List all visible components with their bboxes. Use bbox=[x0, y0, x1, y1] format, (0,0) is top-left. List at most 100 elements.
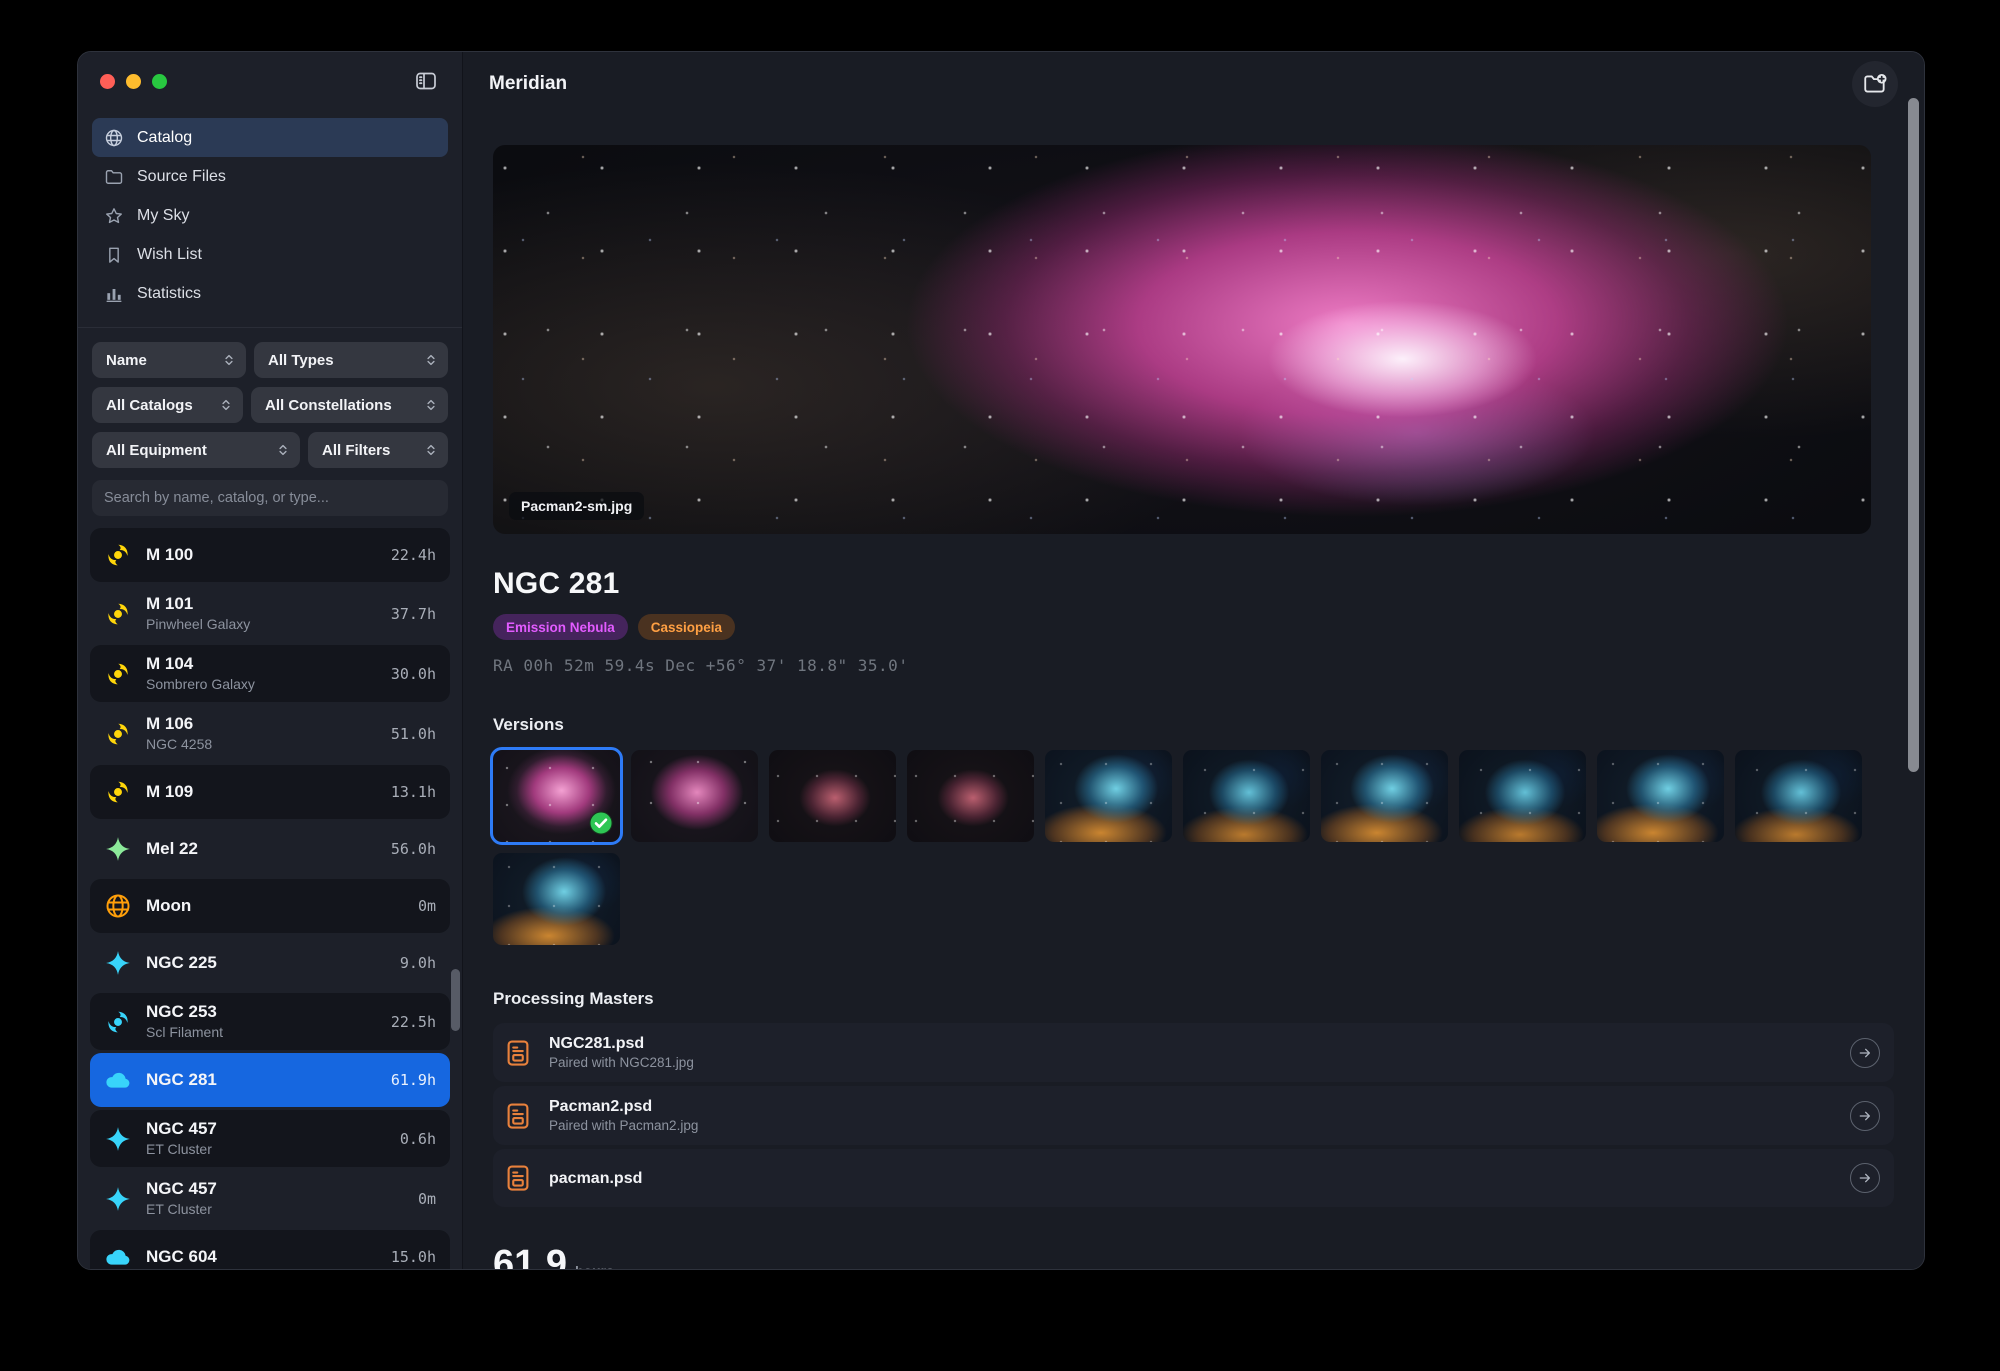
master-row[interactable]: NGC281.psd Paired with NGC281.jpg bbox=[493, 1023, 1894, 1082]
folder-plus-icon bbox=[1862, 71, 1888, 97]
version-thumbnail[interactable] bbox=[1321, 750, 1448, 842]
chevron-up-down-icon bbox=[219, 397, 233, 413]
list-item[interactable]: NGC 457 ET Cluster 0m bbox=[90, 1170, 450, 1227]
star4-icon bbox=[104, 1185, 132, 1213]
filter-controls: Name All Types All Catalogs All Constell… bbox=[78, 328, 462, 468]
nav-label: Wish List bbox=[137, 246, 202, 264]
open-master-button[interactable] bbox=[1850, 1038, 1880, 1068]
object-name: Moon bbox=[146, 895, 404, 917]
object-name: NGC 253 bbox=[146, 1001, 377, 1023]
types-dropdown[interactable]: All Types bbox=[254, 342, 448, 378]
sidebar-item-wish-list[interactable]: Wish List bbox=[92, 235, 448, 274]
version-thumbnail[interactable] bbox=[1045, 750, 1172, 842]
cloud-icon bbox=[104, 1243, 132, 1269]
filters-dropdown[interactable]: All Filters bbox=[308, 432, 448, 468]
list-item[interactable]: M 106 NGC 4258 51.0h bbox=[90, 705, 450, 762]
masters-list: NGC281.psd Paired with NGC281.jpg Pacman… bbox=[493, 1023, 1894, 1207]
open-master-button[interactable] bbox=[1850, 1101, 1880, 1131]
chevron-up-down-icon bbox=[222, 352, 236, 368]
object-hours: 56.0h bbox=[391, 840, 436, 858]
zoom-button[interactable] bbox=[152, 74, 167, 89]
sidebar-scrollbar[interactable] bbox=[451, 969, 460, 1031]
hero-image[interactable]: Pacman2-sm.jpg bbox=[493, 145, 1871, 534]
list-item[interactable]: NGC 225 9.0h bbox=[90, 936, 450, 990]
sidebar-item-catalog[interactable]: Catalog bbox=[92, 118, 448, 157]
list-item[interactable]: Moon 0m bbox=[90, 879, 450, 933]
psd-file-icon bbox=[503, 1163, 533, 1193]
sidebar-nav: Catalog Source Files My Sky Wish List St… bbox=[78, 110, 462, 317]
close-button[interactable] bbox=[100, 74, 115, 89]
object-hours: 0m bbox=[418, 897, 436, 915]
dropdown-value: All Constellations bbox=[265, 397, 416, 414]
search-input[interactable] bbox=[92, 480, 448, 516]
list-item[interactable]: NGC 253 Scl Filament 22.5h bbox=[90, 993, 450, 1050]
catalogs-dropdown[interactable]: All Catalogs bbox=[92, 387, 243, 423]
sort-dropdown[interactable]: Name bbox=[92, 342, 246, 378]
list-item-selected[interactable]: NGC 281 61.9h bbox=[90, 1053, 450, 1107]
sidebar-item-statistics[interactable]: Statistics bbox=[92, 274, 448, 313]
versions-heading: Versions bbox=[493, 715, 1894, 735]
minimize-button[interactable] bbox=[126, 74, 141, 89]
list-item[interactable]: M 109 13.1h bbox=[90, 765, 450, 819]
object-name: M 101 bbox=[146, 593, 377, 615]
list-item[interactable]: M 100 22.4h bbox=[90, 528, 450, 582]
version-thumbnail[interactable] bbox=[1183, 750, 1310, 842]
object-name: M 109 bbox=[146, 781, 377, 803]
globe-icon bbox=[104, 892, 132, 920]
version-thumbnail-selected[interactable] bbox=[493, 750, 620, 842]
version-thumbnail[interactable] bbox=[1597, 750, 1724, 842]
object-name: NGC 281 bbox=[146, 1069, 377, 1091]
version-thumbnail[interactable] bbox=[769, 750, 896, 842]
sidebar-item-my-sky[interactable]: My Sky bbox=[92, 196, 448, 235]
version-thumbnail[interactable] bbox=[1459, 750, 1586, 842]
list-item[interactable]: M 104 Sombrero Galaxy 30.0h bbox=[90, 645, 450, 702]
sidebar-item-source-files[interactable]: Source Files bbox=[92, 157, 448, 196]
add-folder-button[interactable] bbox=[1852, 61, 1898, 107]
list-item[interactable]: M 101 Pinwheel Galaxy 37.7h bbox=[90, 585, 450, 642]
titlebar bbox=[78, 52, 462, 110]
list-item[interactable]: NGC 604 15.0h bbox=[90, 1230, 450, 1269]
psd-file-icon bbox=[503, 1101, 533, 1131]
sidebar-toggle-icon[interactable] bbox=[412, 69, 440, 93]
main-scrollbar[interactable] bbox=[1908, 98, 1919, 772]
traffic-lights bbox=[100, 74, 167, 89]
nav-label: My Sky bbox=[137, 207, 189, 225]
masters-heading: Processing Masters bbox=[493, 989, 1894, 1009]
chevron-up-down-icon bbox=[276, 442, 290, 458]
detail-content: Pacman2-sm.jpg NGC 281 Emission Nebula C… bbox=[463, 116, 1924, 1269]
object-hours: 22.4h bbox=[391, 546, 436, 564]
constellations-dropdown[interactable]: All Constellations bbox=[251, 387, 448, 423]
object-name: Mel 22 bbox=[146, 838, 377, 860]
version-thumbnail[interactable] bbox=[1735, 750, 1862, 842]
object-name: NGC 225 bbox=[146, 952, 386, 974]
master-row[interactable]: Pacman2.psd Paired with Pacman2.jpg bbox=[493, 1086, 1894, 1145]
galaxy-icon bbox=[104, 600, 132, 628]
open-master-button[interactable] bbox=[1850, 1163, 1880, 1193]
constellation-badge[interactable]: Cassiopeia bbox=[638, 614, 735, 640]
star4-icon bbox=[104, 835, 132, 863]
object-hours: 9.0h bbox=[400, 954, 436, 972]
list-item[interactable]: NGC 457 ET Cluster 0.6h bbox=[90, 1110, 450, 1167]
total-hours-value: 61.9 bbox=[493, 1243, 567, 1269]
object-hours: 13.1h bbox=[391, 783, 436, 801]
arrow-right-icon bbox=[1857, 1170, 1873, 1186]
arrow-right-icon bbox=[1857, 1108, 1873, 1124]
nav-label: Catalog bbox=[137, 129, 192, 147]
version-thumbnail[interactable] bbox=[493, 853, 620, 945]
object-subtitle: ET Cluster bbox=[146, 1200, 404, 1219]
star4-icon bbox=[104, 949, 132, 977]
version-thumbnail[interactable] bbox=[631, 750, 758, 842]
object-type-badge[interactable]: Emission Nebula bbox=[493, 614, 628, 640]
list-item[interactable]: Mel 22 56.0h bbox=[90, 822, 450, 876]
object-name: NGC 457 bbox=[146, 1178, 404, 1200]
dropdown-value: All Catalogs bbox=[106, 397, 211, 414]
object-name: M 104 bbox=[146, 653, 377, 675]
equipment-dropdown[interactable]: All Equipment bbox=[92, 432, 300, 468]
version-thumbnail[interactable] bbox=[907, 750, 1034, 842]
globe-icon bbox=[104, 128, 124, 148]
chevron-up-down-icon bbox=[424, 352, 438, 368]
total-hours-unit: hours bbox=[575, 1263, 614, 1269]
object-list: M 100 22.4h M 101 Pinwheel Galaxy 37.7h … bbox=[78, 524, 462, 1269]
master-row[interactable]: pacman.psd bbox=[493, 1149, 1894, 1207]
chevron-up-down-icon bbox=[424, 397, 438, 413]
